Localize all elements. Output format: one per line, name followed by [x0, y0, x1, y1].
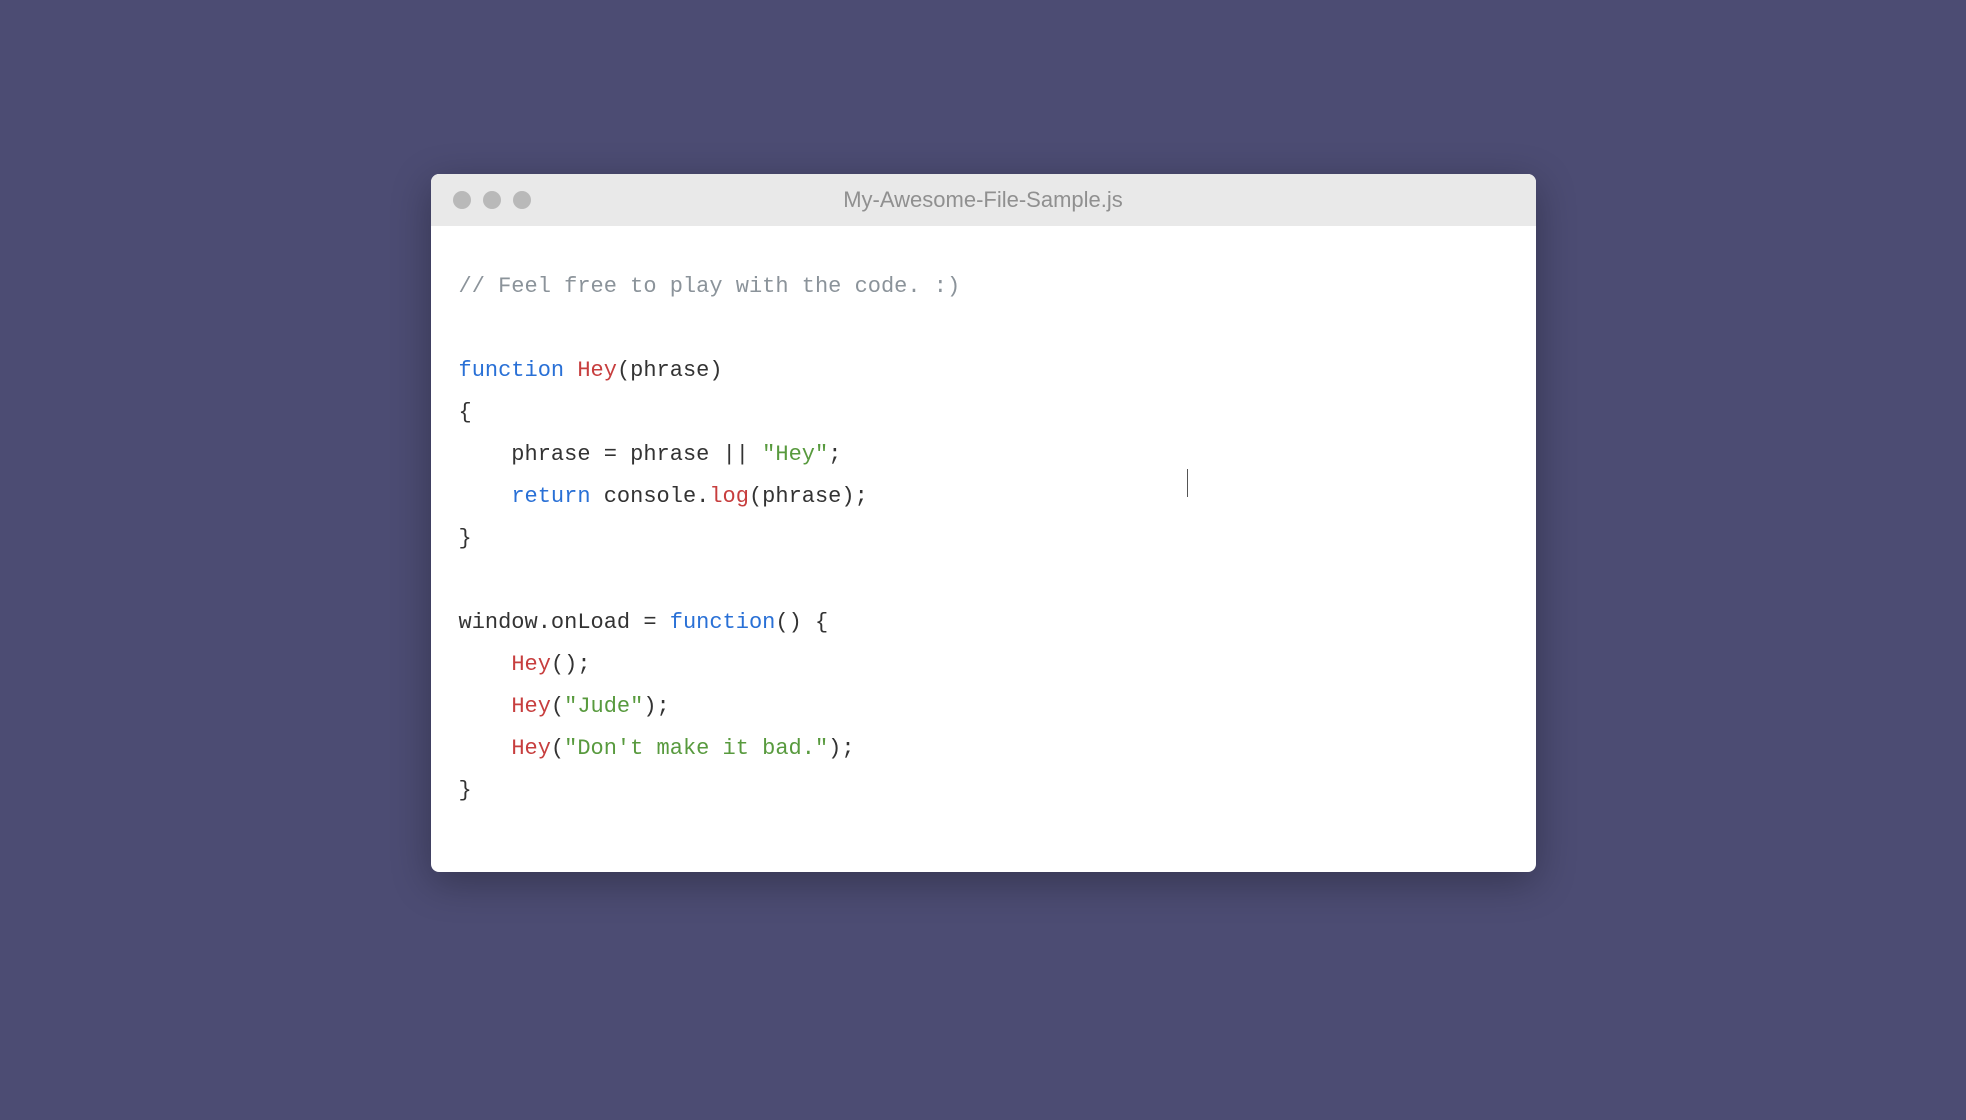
close-icon[interactable] — [453, 191, 471, 209]
code-line: // Feel free to play with the code. :) — [459, 266, 1508, 308]
code-token: "Jude" — [564, 694, 643, 719]
code-token: (phrase); — [749, 484, 868, 509]
code-token — [459, 694, 512, 719]
code-line: return console.log(phrase); — [459, 476, 1508, 518]
code-editor[interactable]: // Feel free to play with the code. :) f… — [431, 226, 1536, 872]
code-line: { — [459, 392, 1508, 434]
code-line: Hey("Don't make it bad."); — [459, 728, 1508, 770]
code-token: (phrase) — [617, 358, 723, 383]
code-token — [657, 610, 670, 635]
code-token: ( — [551, 694, 564, 719]
code-token: phrase — [617, 442, 723, 467]
code-token — [749, 442, 762, 467]
code-line: window.onLoad = function() { — [459, 602, 1508, 644]
code-line — [459, 560, 1508, 602]
code-token: = — [604, 442, 617, 467]
code-token: Hey — [511, 736, 551, 761]
traffic-lights — [453, 191, 531, 209]
code-token: Hey — [511, 694, 551, 719]
code-token: Hey — [511, 652, 551, 677]
code-token: ); — [643, 694, 669, 719]
code-token: ( — [551, 736, 564, 761]
titlebar: My-Awesome-File-Sample.js — [431, 174, 1536, 226]
code-token: ); — [828, 736, 854, 761]
code-token: phrase — [459, 442, 604, 467]
code-token: || — [723, 442, 749, 467]
code-token: function — [670, 610, 776, 635]
code-token: (); — [551, 652, 591, 677]
code-token: function — [459, 358, 565, 383]
code-token: } — [459, 526, 472, 551]
code-line: phrase = phrase || "Hey"; — [459, 434, 1508, 476]
code-token: log — [709, 484, 749, 509]
editor-window: My-Awesome-File-Sample.js // Feel free t… — [431, 174, 1536, 872]
text-cursor-icon — [1187, 469, 1188, 497]
code-token — [564, 358, 577, 383]
maximize-icon[interactable] — [513, 191, 531, 209]
code-token: ; — [828, 442, 841, 467]
code-token: () { — [775, 610, 828, 635]
code-line: Hey(); — [459, 644, 1508, 686]
code-token: } — [459, 778, 472, 803]
code-token: return — [511, 484, 590, 509]
code-token: console. — [591, 484, 710, 509]
code-token: window.onLoad — [459, 610, 644, 635]
code-line: } — [459, 518, 1508, 560]
code-line: } — [459, 770, 1508, 812]
code-token — [459, 736, 512, 761]
code-token: Hey — [577, 358, 617, 383]
code-line — [459, 308, 1508, 350]
code-token — [459, 484, 512, 509]
code-token: "Hey" — [762, 442, 828, 467]
minimize-icon[interactable] — [483, 191, 501, 209]
code-token: "Don't make it bad." — [564, 736, 828, 761]
window-title: My-Awesome-File-Sample.js — [431, 187, 1536, 213]
code-line: function Hey(phrase) — [459, 350, 1508, 392]
code-token: = — [643, 610, 656, 635]
code-token — [459, 652, 512, 677]
code-token: { — [459, 400, 472, 425]
code-token: // Feel free to play with the code. :) — [459, 274, 961, 299]
code-line: Hey("Jude"); — [459, 686, 1508, 728]
